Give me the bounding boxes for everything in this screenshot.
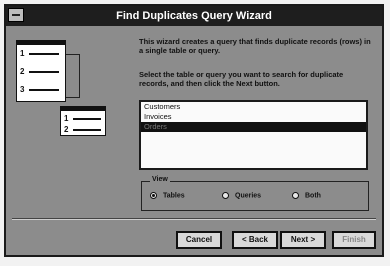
instruction-text: Select the table or query you want to se… xyxy=(139,70,344,88)
table-row-number: 3 xyxy=(20,85,25,94)
radio-queries[interactable]: Queries xyxy=(222,192,261,199)
duplicates-illustration: 1 2 3 1 2 xyxy=(16,40,126,140)
wizard-window: Find Duplicates Query Wizard 1 2 3 1 2 T… xyxy=(4,4,384,257)
radio-icon xyxy=(292,192,299,199)
finish-button[interactable]: Finish xyxy=(332,231,376,249)
view-groupbox: View Tables Queries Both xyxy=(141,176,369,211)
cancel-button[interactable]: Cancel xyxy=(176,231,222,249)
window-title: Find Duplicates Query Wizard xyxy=(116,10,272,22)
radio-label: Queries xyxy=(235,192,262,200)
radio-tables[interactable]: Tables xyxy=(150,192,185,199)
system-menu-icon[interactable] xyxy=(8,8,24,22)
table-query-list[interactable]: Customers Invoices Orders xyxy=(139,100,368,170)
divider xyxy=(12,218,376,220)
radio-both[interactable]: Both xyxy=(292,192,321,199)
table-row-number: 1 xyxy=(20,49,25,58)
connector-line xyxy=(66,54,80,98)
source-table-graphic: 1 2 3 xyxy=(16,40,66,102)
radio-icon xyxy=(222,192,229,199)
result-table-graphic: 1 2 xyxy=(60,106,106,136)
radio-selected-icon xyxy=(150,192,157,199)
result-row-number: 1 xyxy=(64,114,69,123)
next-button[interactable]: Next > xyxy=(280,231,326,249)
result-row-number: 2 xyxy=(64,125,69,134)
view-label: View xyxy=(150,176,170,183)
radio-label: Both xyxy=(305,192,321,200)
radio-label: Tables xyxy=(163,192,185,200)
table-row-number: 2 xyxy=(20,67,25,76)
list-item-selected[interactable]: Orders xyxy=(141,122,366,132)
list-item[interactable]: Invoices xyxy=(141,112,366,122)
intro-text: This wizard creates a query that finds d… xyxy=(139,37,371,55)
back-button[interactable]: < Back xyxy=(232,231,278,249)
list-item[interactable]: Customers xyxy=(141,102,366,112)
title-bar: Find Duplicates Query Wizard xyxy=(6,6,382,26)
